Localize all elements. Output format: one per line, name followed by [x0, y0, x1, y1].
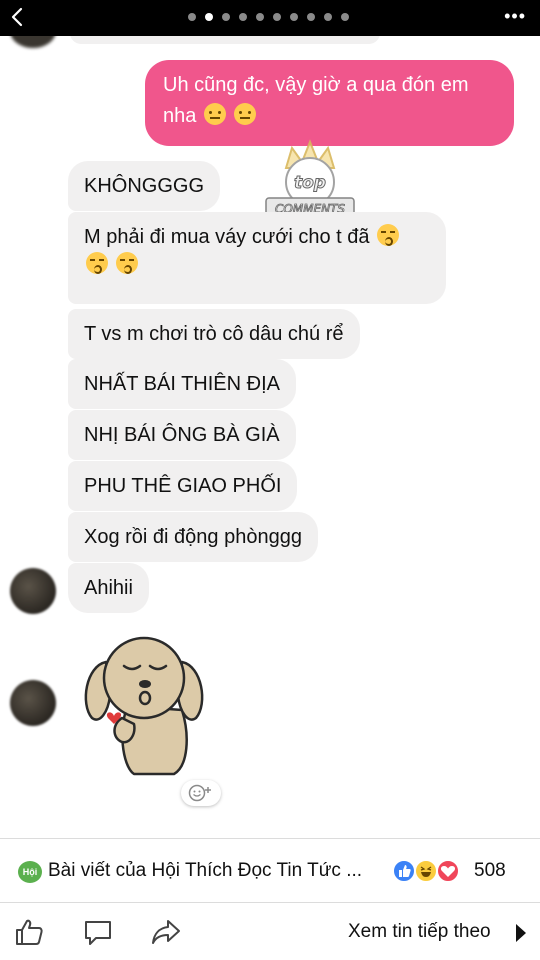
add-reaction-button[interactable] — [181, 780, 221, 806]
message-text: Xog rồi đi động phònggg — [84, 526, 302, 548]
like-reaction-icon — [392, 859, 416, 883]
post-title-link[interactable]: Bài viết của Hội Thích Đọc Tin Tức ... — [48, 860, 362, 882]
haha-reaction-icon — [414, 859, 438, 883]
incoming-message: M phải đi mua váy cưới cho t đã — [68, 212, 446, 304]
sender-avatar[interactable] — [10, 680, 56, 726]
message-text: M phải đi mua váy cưới cho t đã — [84, 226, 370, 248]
neutral-face-emoji-icon — [233, 103, 256, 125]
svg-text:top: top — [294, 173, 326, 193]
message-text: PHU THÊ GIAO PHỐI — [84, 475, 282, 497]
outgoing-message: Uh cũng đc, vậy giờ a qua đón em nha — [145, 60, 514, 146]
page-dot — [239, 13, 247, 21]
chat-screenshot: Uh cũng đc, vậy giờ a qua đón em nha top… — [0, 36, 540, 838]
page-indicator — [188, 13, 349, 21]
top-bar: ••• — [0, 0, 540, 36]
incoming-message: T vs m chơi trò cô dâu chú rể — [68, 309, 360, 359]
kissing-face-emoji-icon — [86, 252, 108, 274]
avatar — [10, 36, 56, 48]
page-dot — [290, 13, 298, 21]
page-dot — [188, 13, 196, 21]
post-info-bar: Hội Bài viết của Hội Thích Đọc Tin Tức .… — [0, 838, 540, 902]
smiley-plus-icon — [188, 784, 211, 802]
page-dot — [307, 13, 315, 21]
love-reaction-icon — [436, 859, 460, 883]
page-logo-icon[interactable]: Hội — [18, 861, 42, 883]
page-dot — [341, 13, 349, 21]
puppy-blowing-kiss-sticker-icon — [84, 636, 204, 776]
message-text: Ahihii — [84, 577, 133, 599]
share-icon[interactable] — [150, 917, 182, 947]
back-icon[interactable] — [6, 5, 30, 29]
incoming-message: Xog rồi đi động phònggg — [68, 512, 318, 562]
next-post-link[interactable]: Xem tin tiếp theo — [348, 921, 491, 943]
reaction-summary[interactable] — [392, 859, 466, 883]
neutral-face-emoji-icon — [203, 103, 226, 125]
more-options-icon[interactable]: ••• — [504, 6, 526, 27]
incoming-message: KHÔNGGGG — [68, 161, 221, 211]
message-text: T vs m chơi trò cô dâu chú rể — [84, 323, 344, 345]
page-dot — [324, 13, 332, 21]
page-dot — [273, 13, 281, 21]
cut-off-bubble — [70, 36, 380, 44]
message-text: KHÔNGGGG — [84, 175, 205, 197]
thumbs-up-icon[interactable] — [14, 917, 46, 947]
reaction-count[interactable]: 508 — [474, 860, 506, 882]
kissing-face-emoji-icon — [377, 224, 400, 246]
page-dot-active — [205, 13, 213, 21]
action-bar: Xem tin tiếp theo — [0, 902, 540, 960]
incoming-message: PHU THÊ GIAO PHỐI — [68, 461, 298, 511]
incoming-message: NHỊ BÁI ÔNG BÀ GIÀ — [68, 410, 296, 460]
message-text: NHẤT BÁI THIÊN ĐỊA — [84, 373, 280, 395]
page-dot — [222, 13, 230, 21]
incoming-message: Ahihii — [68, 563, 149, 613]
sender-avatar[interactable] — [10, 568, 56, 614]
comment-icon[interactable] — [82, 917, 114, 947]
message-text: NHỊ BÁI ÔNG BÀ GIÀ — [84, 424, 280, 446]
next-arrow-icon[interactable] — [516, 924, 526, 942]
kissing-face-emoji-icon — [115, 252, 138, 274]
incoming-message: NHẤT BÁI THIÊN ĐỊA — [68, 359, 296, 409]
page-dot — [256, 13, 264, 21]
